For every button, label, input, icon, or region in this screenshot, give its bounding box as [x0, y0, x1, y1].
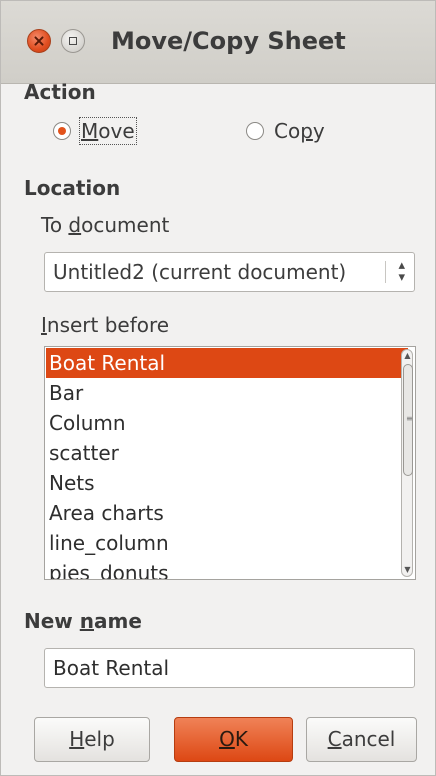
close-icon[interactable] — [27, 29, 51, 53]
move-radio[interactable] — [53, 122, 71, 140]
ok-button[interactable]: OK — [174, 717, 293, 762]
new-name-heading: New name — [24, 609, 142, 633]
title-bar: Move/Copy Sheet — [1, 1, 435, 84]
to-document-label: To document — [41, 213, 170, 237]
cancel-button[interactable]: Cancel — [306, 717, 417, 762]
dialog-title: Move/Copy Sheet — [111, 27, 346, 55]
move-copy-sheet-dialog: Move/Copy Sheet Action Move Copy Locatio… — [0, 0, 436, 776]
combo-separator — [385, 261, 386, 283]
to-document-select[interactable]: Untitled2 (current document) ▴ ▾ — [44, 252, 415, 292]
new-name-value: Boat Rental — [53, 656, 170, 680]
list-item[interactable]: Column — [46, 408, 410, 438]
list-item[interactable]: Nets — [46, 468, 410, 498]
to-document-value: Untitled2 (current document) — [53, 260, 347, 284]
list-item[interactable]: line_column — [46, 528, 410, 558]
scroll-up-icon[interactable]: ▲ — [403, 352, 412, 360]
list-item[interactable]: pies_donuts — [46, 558, 410, 579]
copy-label[interactable]: Copy — [274, 119, 325, 143]
list-scrollbar[interactable]: ▲ ≡ ▼ — [401, 349, 413, 577]
move-radio-option[interactable]: Move — [53, 117, 137, 145]
move-label[interactable]: Move — [79, 117, 137, 145]
scroll-thumb[interactable]: ≡ — [403, 364, 413, 476]
spin-arrows-icon[interactable]: ▴ ▾ — [398, 259, 405, 284]
insert-before-list[interactable]: Boat Rental Bar Column scatter Nets Area… — [44, 346, 416, 580]
insert-before-label: Insert before — [41, 313, 170, 337]
list-item[interactable]: Area charts — [46, 498, 410, 528]
copy-radio[interactable] — [246, 122, 264, 140]
grip-icon: ≡ — [406, 414, 413, 423]
help-button[interactable]: Help — [34, 717, 150, 762]
copy-radio-option[interactable]: Copy — [246, 119, 325, 143]
location-heading: Location — [24, 176, 121, 200]
new-name-input[interactable]: Boat Rental — [44, 648, 415, 688]
action-heading: Action — [24, 80, 96, 104]
scroll-down-icon[interactable]: ▼ — [403, 566, 412, 574]
list-item[interactable]: scatter — [46, 438, 410, 468]
list-item[interactable]: Bar — [46, 378, 410, 408]
maximize-icon[interactable] — [61, 29, 85, 53]
list-item[interactable]: Boat Rental — [46, 348, 408, 378]
